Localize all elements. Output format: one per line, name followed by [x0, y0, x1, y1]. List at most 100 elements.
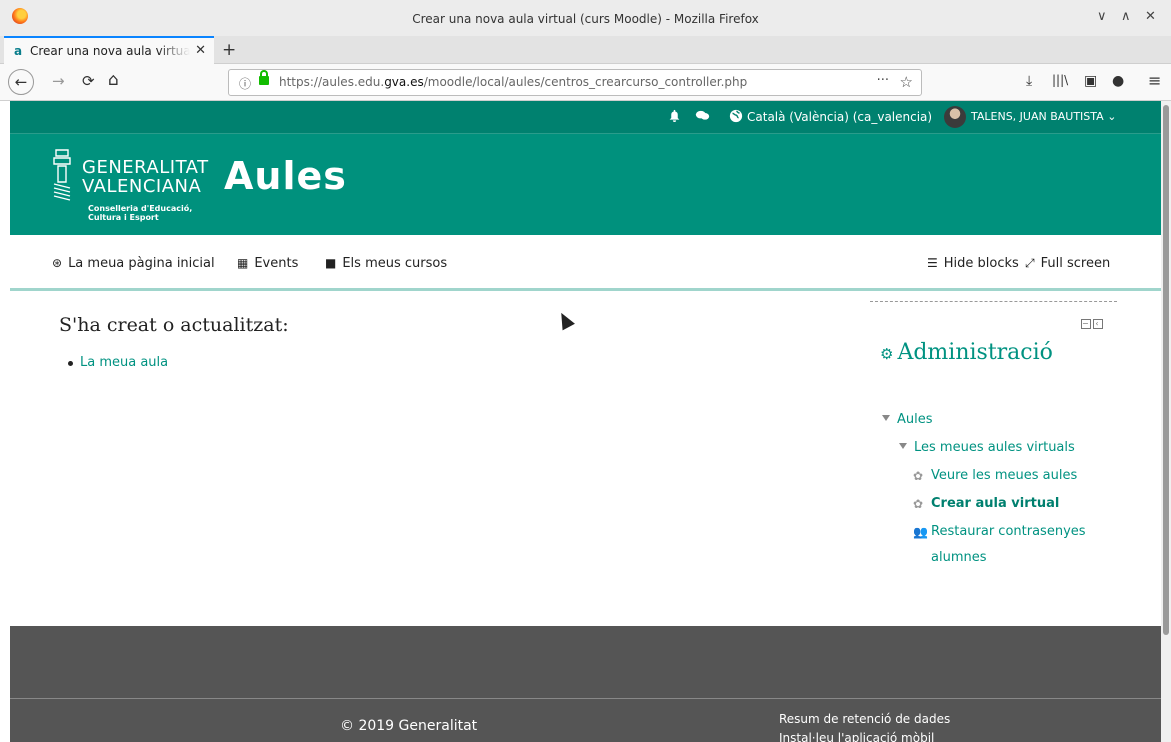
- tab-active[interactable]: a Crear una nova aula virtual ✕: [4, 36, 214, 64]
- full-screen-label: Full screen: [1040, 256, 1111, 271]
- gva-line2: VALENCIANA: [82, 176, 202, 197]
- minimize-button[interactable]: ∨: [1097, 9, 1107, 24]
- briefcase-icon: ■: [325, 256, 337, 270]
- bookmark-star-icon[interactable]: ☆: [900, 73, 913, 91]
- tree-node-my-classrooms[interactable]: Les meues aules virtuals: [899, 440, 1075, 455]
- user-name: TALENS, JUAN BAUTISTA: [971, 110, 1104, 123]
- caret-down-icon: [882, 415, 890, 421]
- nav-my-courses[interactable]: ■ Els meus cursos: [325, 256, 447, 271]
- messages-icon[interactable]: [695, 109, 710, 126]
- lock-icon: [259, 70, 269, 85]
- language-selector[interactable]: Català (València) (ca_valencia): [747, 110, 932, 124]
- gva-line1: GENERALITAT: [82, 157, 209, 178]
- footer-divider: [10, 698, 1161, 699]
- moodle-topbar: Català (València) (ca_valencia) TALENS, …: [10, 101, 1161, 134]
- mobile-app-link[interactable]: Instal·leu l'aplicació mòbil: [779, 731, 934, 742]
- url-domain: gva.es: [384, 75, 424, 89]
- page-footer: © 2019 Generalitat Resum de retenció de …: [10, 626, 1161, 742]
- url-prefix: https://aules.edu.: [279, 75, 385, 89]
- tree-node-label: Les meues aules virtuals: [914, 440, 1075, 455]
- tree-item-restore-passwords-wrap[interactable]: alumnes: [931, 550, 987, 565]
- tab-close-icon[interactable]: ✕: [195, 43, 206, 58]
- aules-favicon-icon: a: [14, 44, 23, 58]
- account-icon[interactable]: ●: [1112, 73, 1124, 89]
- dept-line2: Cultura i Esport: [88, 213, 159, 222]
- forward-button[interactable]: →: [52, 72, 65, 90]
- block-controls: − ‹: [1079, 319, 1103, 329]
- window-title: Crear una nova aula virtual (curs Moodle…: [412, 12, 759, 26]
- nav-home-label: La meua pàgina inicial: [68, 256, 215, 271]
- site-info-icon[interactable]: ⓘ: [239, 75, 251, 92]
- page-actions-button[interactable]: ···: [877, 73, 889, 88]
- window-titlebar: Crear una nova aula virtual (curs Moodle…: [0, 0, 1171, 36]
- globe-icon: [729, 109, 743, 127]
- close-window-button[interactable]: ✕: [1145, 9, 1156, 24]
- aules-logo[interactable]: Aules: [224, 154, 347, 198]
- tree-item-restore-passwords[interactable]: 👥 Restaurar contrasenyes: [913, 524, 1086, 539]
- result-list: La meua aula: [68, 355, 168, 370]
- caret-down-icon: [899, 443, 907, 449]
- nav-events-label: Events: [254, 256, 299, 271]
- tab-label: Crear una nova aula virtual: [30, 44, 190, 58]
- new-tab-button[interactable]: +: [222, 40, 236, 60]
- result-link[interactable]: La meua aula: [68, 355, 168, 370]
- tree-node-label: Aules: [897, 412, 933, 427]
- hide-blocks-label: Hide blocks: [943, 256, 1019, 271]
- sidebar-icon[interactable]: ▣: [1084, 73, 1097, 89]
- page-title: S'ha creat o actualitzat:: [59, 314, 289, 336]
- main-navigation: ⊛ La meua pàgina inicial ▦ Events ■ Els meu…: [10, 235, 1161, 291]
- full-screen-button[interactable]: ⤢ Full screen: [1025, 256, 1110, 271]
- home-button[interactable]: ⌂: [108, 70, 119, 90]
- user-menu[interactable]: TALENS, JUAN BAUTISTA ⌄: [971, 110, 1116, 123]
- tree-item-label: Restaurar contrasenyes: [931, 524, 1086, 539]
- conselleria-text: Conselleria d'Educació, Cultura i Esport: [88, 204, 192, 222]
- block-title-text: Administració: [897, 340, 1053, 365]
- users-icon: 👥: [913, 525, 928, 539]
- url-bar[interactable]: ⓘ https://aules.edu.gva.es/moodle/local/…: [228, 69, 922, 96]
- hamburger-menu-icon[interactable]: ≡: [1148, 71, 1161, 90]
- notifications-bell-icon[interactable]: [668, 109, 681, 126]
- expand-icon: ⤢: [1025, 256, 1035, 270]
- tree-item-label: Crear aula virtual: [931, 496, 1060, 511]
- tree-node-aules[interactable]: Aules: [882, 412, 933, 427]
- generalitat-logo-text: GENERALITAT VALENCIANA: [82, 158, 209, 196]
- module-icon: ✿: [913, 469, 924, 483]
- url-path: /moodle/local/aules/centros_crearcurso_c…: [423, 75, 748, 89]
- data-retention-link[interactable]: Resum de retenció de dades: [779, 712, 950, 726]
- site-header: GENERALITAT VALENCIANA Conselleria d'Edu…: [10, 134, 1161, 235]
- navigation-bar: ← → ⟳ ⌂ ⓘ https://aules.edu.gva.es/moodl…: [0, 64, 1171, 101]
- back-button[interactable]: ←: [8, 69, 34, 95]
- scrollbar-thumb[interactable]: [1163, 105, 1169, 635]
- url-text[interactable]: https://aules.edu.gva.es/moodle/local/au…: [279, 75, 747, 89]
- dashboard-icon: ⊛: [52, 256, 63, 270]
- maximize-button[interactable]: ∧: [1121, 9, 1131, 24]
- tree-item-create-classroom[interactable]: ✿ Crear aula virtual: [913, 496, 1059, 511]
- nav-events[interactable]: ▦ Events: [237, 256, 298, 271]
- page-scrollbar[interactable]: [1161, 101, 1171, 742]
- downloads-icon[interactable]: ⤓: [1026, 73, 1032, 89]
- page-content: Català (València) (ca_valencia) TALENS, …: [10, 101, 1161, 742]
- tree-item-label-wrap: alumnes: [931, 550, 987, 565]
- reload-button[interactable]: ⟳: [82, 72, 95, 90]
- dept-line1: Conselleria d'Educació,: [88, 204, 193, 213]
- outdent-icon: ☰: [927, 256, 938, 270]
- administration-block: − ‹ ⚙ Administració Aules Les meues aules …: [870, 301, 1117, 591]
- tree-item-view-classrooms[interactable]: ✿ Veure les meues aules: [913, 468, 1077, 483]
- gears-icon: ⚙: [880, 345, 894, 363]
- hide-blocks-button[interactable]: ☰ Hide blocks: [927, 256, 1019, 271]
- nav-courses-label: Els meus cursos: [342, 256, 448, 271]
- mouse-cursor-icon: [555, 309, 575, 331]
- dock-block-icon[interactable]: ‹: [1093, 319, 1103, 329]
- copyright-text: © 2019 Generalitat: [340, 718, 478, 734]
- tree-item-label: Veure les meues aules: [931, 468, 1078, 483]
- library-icon[interactable]: |||\: [1052, 73, 1068, 87]
- generalitat-emblem-icon: [53, 149, 71, 201]
- module-icon: ✿: [913, 497, 924, 511]
- block-title: ⚙ Administració: [880, 340, 1053, 365]
- chevron-down-icon: ⌄: [1107, 110, 1117, 123]
- nav-home[interactable]: ⊛ La meua pàgina inicial: [52, 256, 215, 271]
- tab-strip: a Crear una nova aula virtual ✕ +: [0, 36, 1171, 64]
- calendar-icon: ▦: [237, 256, 249, 270]
- collapse-block-icon[interactable]: −: [1081, 319, 1091, 329]
- user-avatar[interactable]: [944, 106, 966, 128]
